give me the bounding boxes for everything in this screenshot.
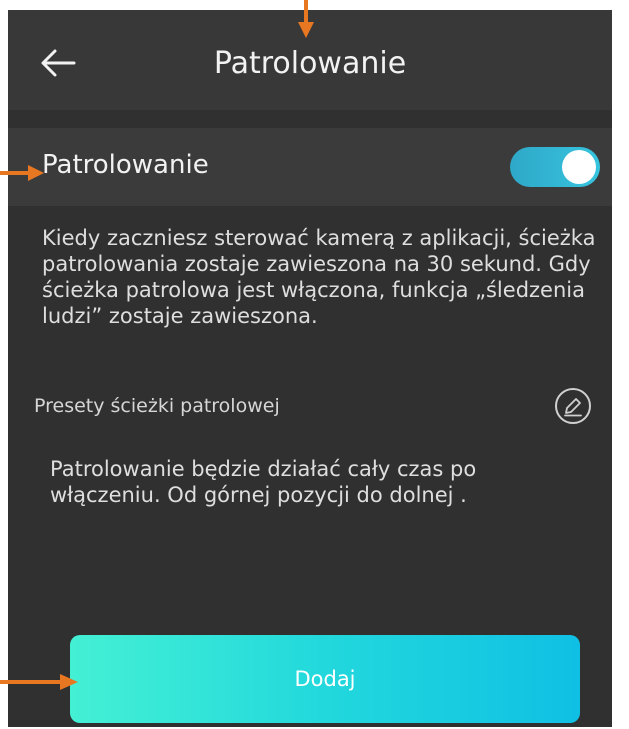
patrol-toggle-label: Patrolowanie xyxy=(42,150,209,180)
presets-label: Presety ścieżki patrolowej xyxy=(34,395,280,417)
annotation-arrow-icon xyxy=(0,674,78,690)
annotation-arrow-icon xyxy=(298,0,314,38)
annotation-arrow-icon xyxy=(0,165,44,181)
patrol-toggle[interactable] xyxy=(510,147,600,187)
page-title: Patrolowanie xyxy=(213,46,407,81)
patrol-info-text: Patrolowanie będzie działać cały czas po… xyxy=(50,457,477,507)
patrol-description: Kiedy zaczniesz sterować kamerą z aplika… xyxy=(42,226,596,328)
toggle-knob xyxy=(562,150,596,184)
edit-icon[interactable] xyxy=(554,387,592,425)
patrol-toggle-row: Patrolowanie xyxy=(8,128,612,206)
add-button[interactable]: Dodaj xyxy=(70,635,580,723)
app-screen: Patrolowanie Patrolowanie Kiedy zacznies… xyxy=(8,10,612,727)
